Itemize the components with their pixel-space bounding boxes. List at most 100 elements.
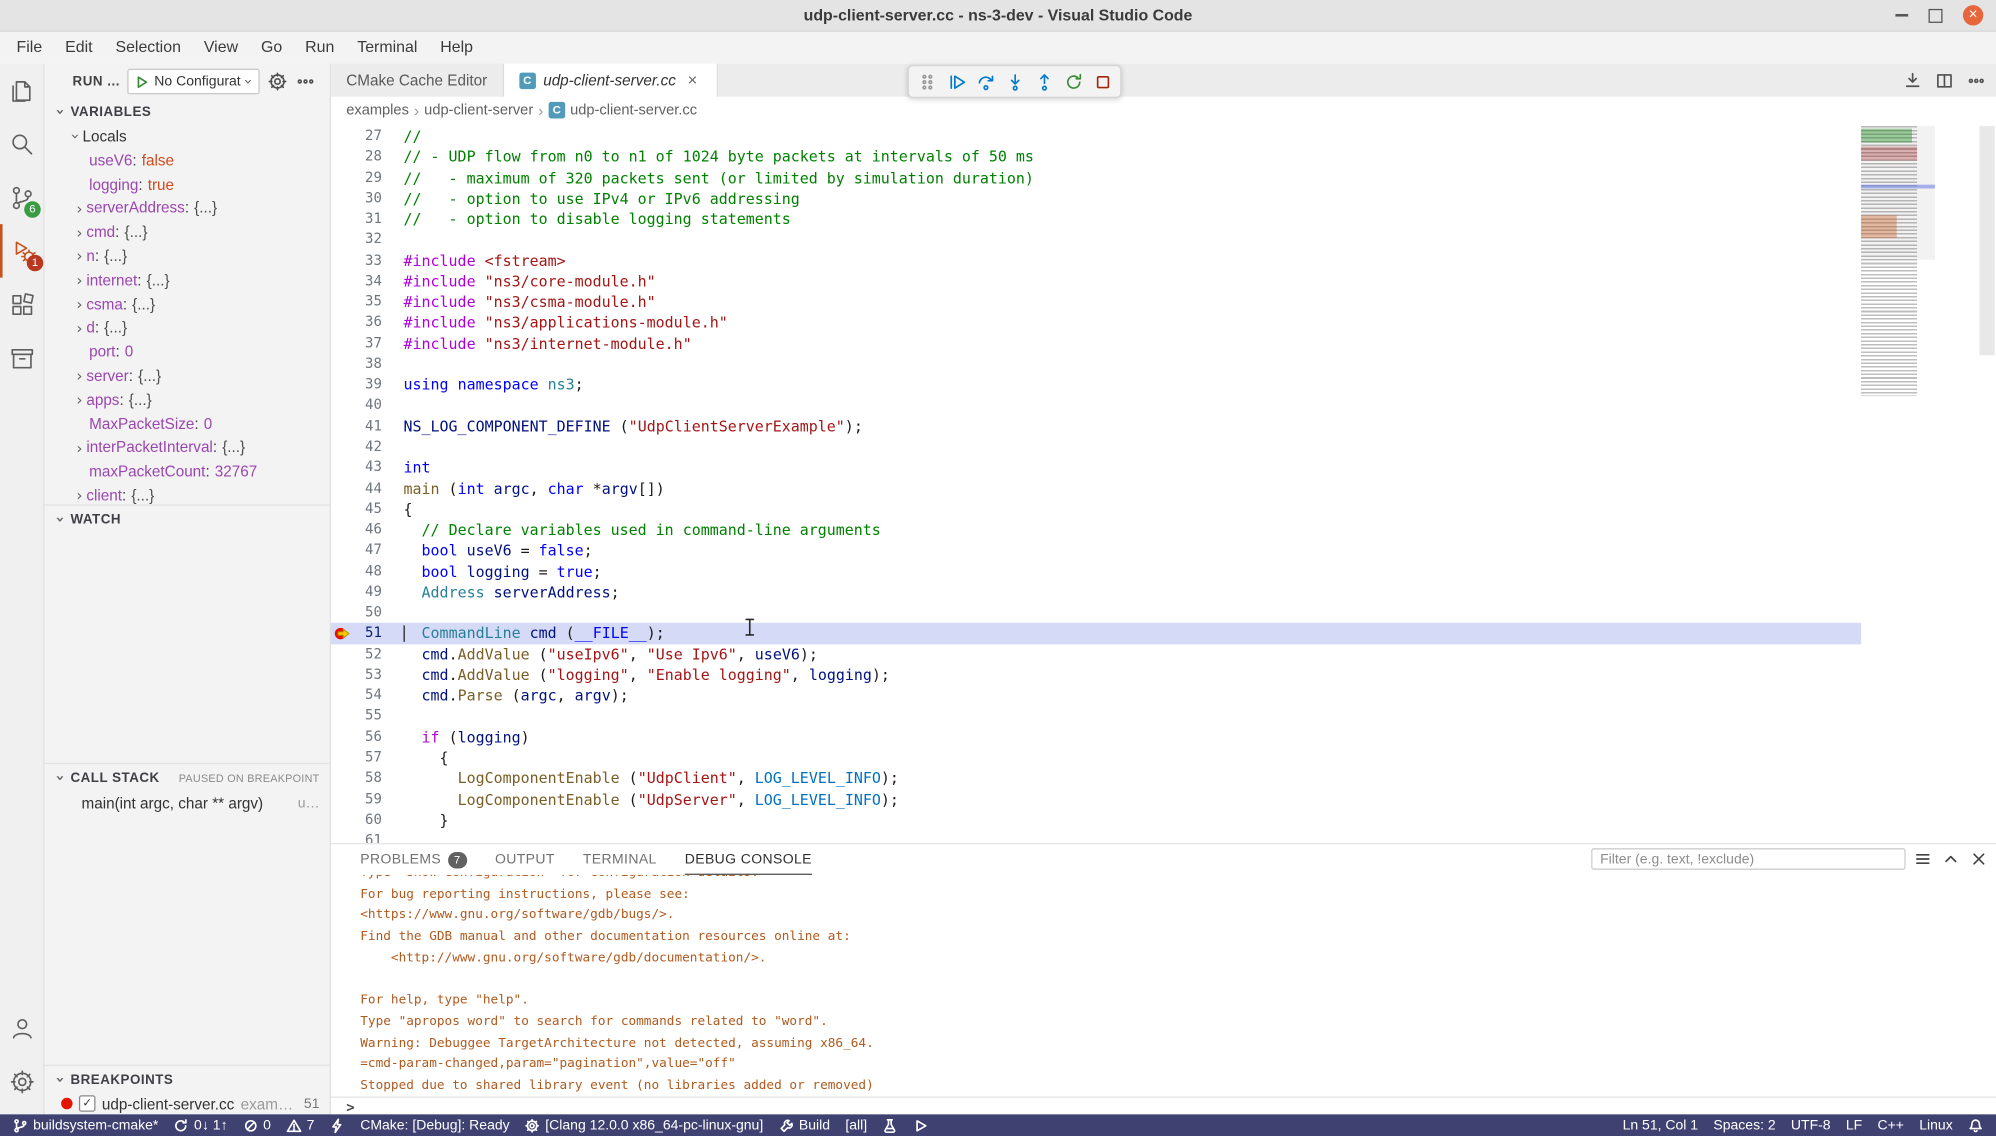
code-line-35[interactable]: 35#include "ns3/csma-module.h" bbox=[331, 292, 1861, 313]
activity-archive[interactable] bbox=[0, 331, 45, 384]
status-0[interactable]: 0 bbox=[235, 1114, 278, 1136]
line-number[interactable]: 60 bbox=[331, 810, 397, 831]
status-build[interactable]: Build bbox=[771, 1114, 838, 1136]
code-line-46[interactable]: 46 // Declare variables used in command-… bbox=[331, 520, 1861, 541]
step-into-icon[interactable] bbox=[1002, 69, 1027, 94]
code-line-54[interactable]: 54 cmd.Parse (argc, argv); bbox=[331, 685, 1861, 706]
code-line-57[interactable]: 57 { bbox=[331, 748, 1861, 769]
step-out-icon[interactable] bbox=[1031, 69, 1056, 94]
line-number[interactable]: 29 bbox=[331, 168, 397, 189]
menu-view[interactable]: View bbox=[192, 32, 249, 64]
code-line-61[interactable]: 61 bbox=[331, 830, 1861, 843]
activity-settings[interactable] bbox=[0, 1054, 45, 1107]
watch-section-header[interactable]: WATCH bbox=[45, 507, 330, 532]
tab-udp-client-server[interactable]: C udp-client-server.cc bbox=[504, 64, 718, 97]
code-line-28[interactable]: 28// - UDP flow from n0 to n1 of 1024 by… bbox=[331, 147, 1861, 168]
code-line-51[interactable]: 51 CommandLine cmd (__FILE__); bbox=[331, 623, 1861, 644]
minimize-icon[interactable] bbox=[1895, 14, 1908, 16]
status-linux[interactable]: Linux bbox=[1912, 1114, 1961, 1136]
line-number[interactable]: 33 bbox=[331, 250, 397, 271]
variable-port[interactable]: port:0 bbox=[45, 340, 330, 364]
code-line-27[interactable]: 27// bbox=[331, 126, 1861, 147]
status-all[interactable]: [all] bbox=[838, 1114, 875, 1136]
line-number[interactable]: 28 bbox=[331, 147, 397, 168]
list-icon[interactable] bbox=[1913, 849, 1932, 868]
line-number[interactable]: 27 bbox=[331, 126, 397, 147]
more-icon[interactable] bbox=[1967, 71, 1986, 90]
status-c[interactable]: C++ bbox=[1870, 1114, 1912, 1136]
variable-serveraddress[interactable]: serverAddress:{...} bbox=[45, 197, 330, 221]
line-number[interactable]: 48 bbox=[331, 561, 397, 582]
code-line-32[interactable]: 32 bbox=[331, 230, 1861, 251]
code-line-44[interactable]: 44main (int argc, char *argv[]) bbox=[331, 478, 1861, 499]
continue-icon[interactable] bbox=[943, 69, 968, 94]
code-line-45[interactable]: 45{ bbox=[331, 499, 1861, 520]
line-number[interactable]: 30 bbox=[331, 188, 397, 209]
line-number[interactable]: 42 bbox=[331, 437, 397, 458]
close-icon[interactable] bbox=[1963, 5, 1983, 25]
line-number[interactable]: 53 bbox=[331, 665, 397, 686]
code-line-48[interactable]: 48 bool logging = true; bbox=[331, 561, 1861, 582]
line-number[interactable]: 57 bbox=[331, 748, 397, 769]
line-number[interactable]: 43 bbox=[331, 458, 397, 479]
activity-source-control[interactable]: 6 bbox=[0, 171, 45, 224]
maximize-icon[interactable] bbox=[1929, 8, 1943, 22]
variables-section-header[interactable]: VARIABLES bbox=[45, 99, 330, 124]
stop-icon[interactable] bbox=[1090, 69, 1115, 94]
code-line-49[interactable]: 49 Address serverAddress; bbox=[331, 582, 1861, 603]
menu-terminal[interactable]: Terminal bbox=[346, 32, 429, 64]
line-number[interactable]: 54 bbox=[331, 685, 397, 706]
line-number[interactable]: 37 bbox=[331, 333, 397, 354]
status-play[interactable] bbox=[905, 1114, 936, 1136]
menu-help[interactable]: Help bbox=[429, 32, 485, 64]
status-ln-51-col-1[interactable]: Ln 51, Col 1 bbox=[1615, 1114, 1706, 1136]
status-utf-8[interactable]: UTF-8 bbox=[1783, 1114, 1838, 1136]
menu-go[interactable]: Go bbox=[250, 32, 294, 64]
line-number[interactable]: 56 bbox=[331, 727, 397, 748]
status-7[interactable]: 7 bbox=[279, 1114, 322, 1136]
variable-apps[interactable]: apps:{...} bbox=[45, 388, 330, 412]
breadcrumb-item-file[interactable]: udp-client-server.cc bbox=[570, 103, 697, 118]
close-icon[interactable] bbox=[1969, 849, 1988, 868]
console-filter-input[interactable] bbox=[1591, 848, 1905, 870]
code-line-30[interactable]: 30// - option to use IPv4 or IPv6 addres… bbox=[331, 188, 1861, 209]
editor-scrollbar[interactable] bbox=[1978, 124, 1996, 844]
code-line-41[interactable]: 41NS_LOG_COMPONENT_DEFINE ("UdpClientSer… bbox=[331, 416, 1861, 437]
activity-account[interactable] bbox=[0, 1001, 45, 1054]
line-number[interactable]: 31 bbox=[331, 209, 397, 230]
variable-cmd[interactable]: cmd:{...} bbox=[45, 221, 330, 245]
code-line-55[interactable]: 55 bbox=[331, 706, 1861, 727]
breakpoint-list-item[interactable]: udp-client-server.cc exampl… 51 bbox=[45, 1091, 330, 1115]
code-line-36[interactable]: 36#include "ns3/applications-module.h" bbox=[331, 313, 1861, 334]
status-lf[interactable]: LF bbox=[1838, 1114, 1870, 1136]
call-stack-section-header[interactable]: CALL STACK PAUSED ON BREAKPOINT bbox=[45, 765, 330, 790]
split-editor-icon[interactable] bbox=[1935, 71, 1954, 90]
menu-file[interactable]: File bbox=[5, 32, 54, 64]
code-line-59[interactable]: 59 LogComponentEnable ("UdpServer", LOG_… bbox=[331, 789, 1861, 810]
line-number[interactable]: 49 bbox=[331, 582, 397, 603]
line-number[interactable]: 61 bbox=[331, 830, 397, 843]
breadcrumb-item-folder[interactable]: udp-client-server bbox=[424, 103, 533, 118]
code-line-56[interactable]: 56 if (logging) bbox=[331, 727, 1861, 748]
menu-run[interactable]: Run bbox=[294, 32, 346, 64]
code-line-38[interactable]: 38 bbox=[331, 354, 1861, 375]
status-clang-12-0-0-x86-64-pc-linux-gnu[interactable]: [Clang 12.0.0 x86_64-pc-linux-gnu] bbox=[517, 1114, 771, 1136]
activity-run-debug[interactable]: 1 bbox=[0, 224, 47, 277]
line-number[interactable]: 47 bbox=[331, 540, 397, 561]
launch-config-dropdown[interactable]: No Configurat bbox=[128, 69, 260, 94]
line-number[interactable]: 34 bbox=[331, 271, 397, 292]
code-line-60[interactable]: 60 } bbox=[331, 810, 1861, 831]
variable-server[interactable]: server:{...} bbox=[45, 364, 330, 388]
code-line-50[interactable]: 50 bbox=[331, 603, 1861, 624]
line-number[interactable]: 35 bbox=[331, 292, 397, 313]
code-line-34[interactable]: 34#include "ns3/core-module.h" bbox=[331, 271, 1861, 292]
variable-d[interactable]: d:{...} bbox=[45, 316, 330, 340]
code-line-31[interactable]: 31// - option to disable logging stateme… bbox=[331, 209, 1861, 230]
menu-selection[interactable]: Selection bbox=[104, 32, 192, 64]
status-bell[interactable] bbox=[1960, 1114, 1991, 1136]
activity-explorer[interactable] bbox=[0, 64, 45, 117]
code-area[interactable]: 27//28// - UDP flow from n0 to n1 of 102… bbox=[331, 124, 1996, 844]
more-actions-icon[interactable] bbox=[295, 71, 315, 91]
close-tab-icon[interactable] bbox=[684, 71, 702, 89]
breakpoints-section-header[interactable]: BREAKPOINTS bbox=[45, 1067, 330, 1092]
